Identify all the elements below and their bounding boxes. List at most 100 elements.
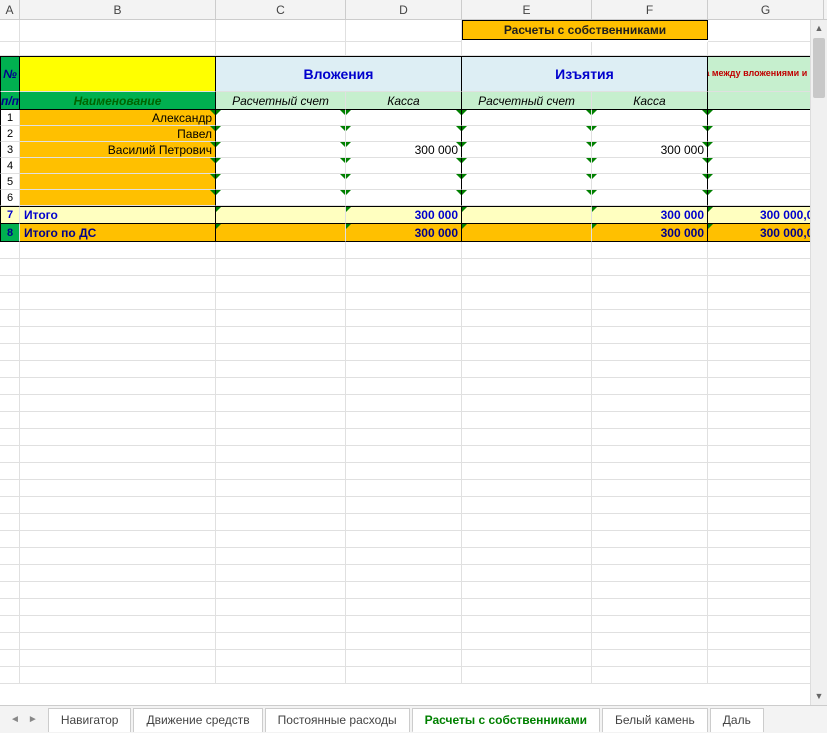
cell[interactable] (20, 361, 216, 378)
data-cell[interactable] (462, 190, 592, 206)
cell[interactable] (592, 310, 708, 327)
cell[interactable] (346, 599, 462, 616)
cell[interactable] (20, 20, 216, 42)
cell[interactable] (708, 361, 824, 378)
data-cell[interactable] (216, 110, 346, 126)
cell[interactable] (216, 548, 346, 565)
cell[interactable] (20, 616, 216, 633)
col-D[interactable]: D (346, 0, 462, 19)
cell[interactable] (346, 293, 462, 310)
cell[interactable] (708, 429, 824, 446)
cell[interactable] (0, 531, 20, 548)
name-cell[interactable]: Павел (20, 126, 216, 142)
data-cell[interactable] (592, 174, 708, 190)
data-cell[interactable] (346, 126, 462, 142)
cell[interactable] (592, 650, 708, 667)
cell[interactable] (216, 514, 346, 531)
cell[interactable] (346, 667, 462, 684)
cell[interactable] (20, 514, 216, 531)
cell[interactable] (708, 259, 824, 276)
itogo-c[interactable] (216, 206, 346, 224)
cell[interactable] (708, 667, 824, 684)
cell[interactable] (216, 429, 346, 446)
cell[interactable] (708, 42, 824, 56)
col-A[interactable]: A (0, 0, 20, 19)
cell[interactable] (346, 361, 462, 378)
cell[interactable] (708, 480, 824, 497)
cell[interactable] (20, 565, 216, 582)
sheet-tab[interactable]: Белый камень (602, 708, 708, 732)
cell[interactable] (592, 276, 708, 293)
cell[interactable] (708, 582, 824, 599)
cell[interactable] (462, 378, 592, 395)
tab-nav-prev-icon[interactable]: ◄ (8, 712, 22, 727)
cell[interactable] (20, 276, 216, 293)
cell[interactable] (346, 395, 462, 412)
cell[interactable] (462, 616, 592, 633)
cell[interactable] (20, 582, 216, 599)
cell[interactable] (708, 412, 824, 429)
col-B[interactable]: B (20, 0, 216, 19)
cell[interactable] (708, 616, 824, 633)
cell[interactable] (0, 361, 20, 378)
data-cell[interactable] (346, 174, 462, 190)
cell[interactable] (592, 378, 708, 395)
cell[interactable] (216, 599, 346, 616)
name-cell[interactable]: Александр (20, 110, 216, 126)
cell[interactable] (708, 276, 824, 293)
data-cell[interactable] (462, 158, 592, 174)
cell[interactable] (708, 446, 824, 463)
cell[interactable] (216, 480, 346, 497)
cell[interactable] (20, 310, 216, 327)
cell[interactable] (20, 480, 216, 497)
cell[interactable] (592, 599, 708, 616)
cell[interactable] (708, 548, 824, 565)
data-cell[interactable] (216, 174, 346, 190)
itogo-ds-d[interactable]: 300 000 (346, 224, 462, 242)
data-cell[interactable] (216, 142, 346, 158)
cell[interactable] (462, 242, 592, 259)
cell[interactable] (346, 548, 462, 565)
cell[interactable] (216, 667, 346, 684)
cell[interactable] (462, 582, 592, 599)
cell[interactable] (20, 446, 216, 463)
data-cell[interactable] (346, 110, 462, 126)
data-cell[interactable] (592, 110, 708, 126)
cell[interactable] (216, 446, 346, 463)
cell[interactable] (216, 616, 346, 633)
data-cell[interactable] (462, 142, 592, 158)
cell[interactable] (592, 344, 708, 361)
data-cell[interactable] (346, 158, 462, 174)
cell[interactable] (462, 446, 592, 463)
cell[interactable] (708, 497, 824, 514)
cell[interactable] (20, 463, 216, 480)
cell[interactable] (462, 565, 592, 582)
cell[interactable] (346, 650, 462, 667)
cell[interactable] (592, 327, 708, 344)
cell[interactable] (216, 293, 346, 310)
cell[interactable] (346, 327, 462, 344)
cell[interactable] (462, 412, 592, 429)
cell[interactable] (346, 42, 462, 56)
cell[interactable] (346, 616, 462, 633)
data-cell[interactable] (592, 190, 708, 206)
cell[interactable] (20, 548, 216, 565)
data-cell[interactable] (216, 158, 346, 174)
sheet-tab[interactable]: Даль (710, 708, 764, 732)
cell[interactable] (462, 531, 592, 548)
cell[interactable] (346, 259, 462, 276)
itogo-ds-c[interactable] (216, 224, 346, 242)
cell[interactable] (708, 531, 824, 548)
cell[interactable] (708, 344, 824, 361)
cell[interactable] (708, 565, 824, 582)
name-cell[interactable] (20, 190, 216, 206)
data-cell[interactable] (592, 126, 708, 142)
cell[interactable] (0, 480, 20, 497)
cell[interactable] (0, 310, 20, 327)
itogo-d[interactable]: 300 000 (346, 206, 462, 224)
sheet-tab[interactable]: Расчеты с собственниками (412, 708, 600, 732)
cell[interactable] (216, 42, 346, 56)
cell[interactable] (462, 463, 592, 480)
cell[interactable] (346, 497, 462, 514)
cell[interactable] (346, 514, 462, 531)
